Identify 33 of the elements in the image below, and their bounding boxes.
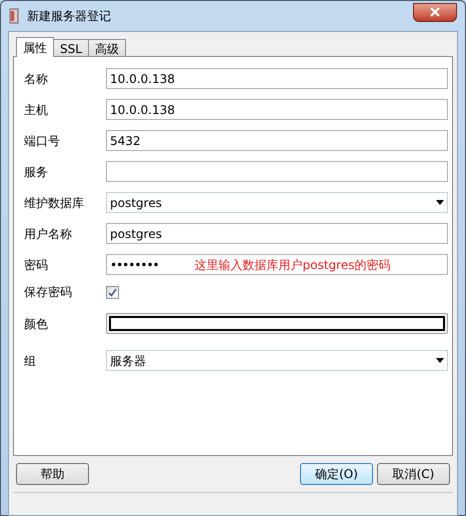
color-picker[interactable]	[106, 313, 448, 334]
dropdown-arrow-icon	[436, 358, 444, 363]
tab[interactable]: 属性	[16, 37, 54, 57]
dropdown[interactable]: postgres	[106, 192, 448, 213]
input-field[interactable]	[106, 161, 448, 182]
dropdown-arrow-icon	[436, 200, 444, 205]
tab[interactable]: SSL	[53, 39, 89, 56]
annotation: 这里输入数据库用户postgres的密码	[194, 256, 390, 274]
input-field[interactable]: 10.0.0.138	[106, 68, 448, 89]
field-label: 颜色	[24, 316, 49, 332]
field-label: 保存密码	[24, 284, 73, 301]
password-field[interactable]: •••••••• 这里输入数据库用户postgres的密码	[106, 254, 448, 275]
close-button[interactable]	[413, 2, 457, 22]
field-label: 端口号	[24, 132, 61, 150]
input-field[interactable]: 10.0.0.138	[106, 99, 448, 120]
cancel-button[interactable]: 取消(C)	[377, 463, 450, 485]
dropdown[interactable]: 服务器	[106, 350, 448, 371]
field-label: 服务	[24, 164, 49, 180]
close-icon	[430, 7, 440, 17]
checkbox[interactable]	[106, 286, 119, 298]
tab[interactable]: 高级	[88, 39, 126, 56]
ok-button[interactable]: 确定(O)	[300, 463, 373, 485]
app-icon	[9, 8, 19, 24]
window-title: 新建服务器登记	[27, 8, 111, 25]
input-field[interactable]: postgres	[106, 223, 448, 244]
field-label: 名称	[24, 70, 49, 88]
input-field[interactable]: 5432	[106, 130, 448, 151]
field-label: 组	[24, 352, 37, 370]
help-button[interactable]: 帮助	[16, 463, 89, 485]
field-label: 用户名称	[24, 226, 73, 242]
field-label: 主机	[24, 102, 49, 118]
field-label: 维护数据库	[24, 194, 85, 212]
field-label: 密码	[24, 256, 49, 274]
